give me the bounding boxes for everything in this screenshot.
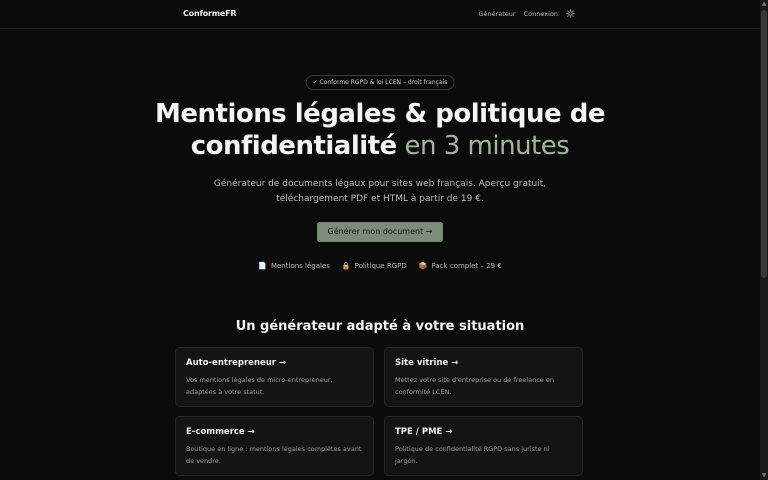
hero-subtitle-line2: téléchargement PDF et HTML à partir de 1… (276, 194, 484, 204)
hero-title-line1: Mentions légales & politique de (155, 99, 605, 129)
top-navbar: ConformeFR Générateur Connexion (0, 0, 760, 29)
lock-icon: 🔒 (341, 262, 351, 270)
hero-title-line2: confidentialité (190, 131, 398, 161)
feature-item-rgpd: 🔒 Politique RGPD (342, 262, 407, 270)
hero-title-accent: en 3 minutes (396, 131, 570, 161)
sun-icon[interactable] (566, 9, 575, 18)
scroll-down-arrow-icon[interactable]: ▼ (760, 472, 768, 480)
generate-document-button[interactable]: Générer mon document → (317, 222, 443, 242)
card-e-commerce[interactable]: E-commerce → Boutique en ligne : mention… (175, 416, 374, 476)
hero-subtitle-line1: Générateur de documents légaux pour site… (213, 179, 547, 189)
card-tpe-pme[interactable]: TPE / PME → Politique de confidentialité… (384, 416, 583, 476)
card-title: TPE / PME → (395, 427, 453, 437)
card-auto-entrepreneur[interactable]: Auto-entrepreneur → Vos mentions légales… (175, 347, 374, 407)
feature-label: Mentions légales (270, 262, 330, 270)
nav-link-generateur[interactable]: Générateur (478, 10, 515, 18)
card-description: Politique de confidentialité RGPD sans j… (395, 445, 550, 465)
card-description: Mettez votre site d'entreprise ou de fre… (395, 376, 554, 396)
feature-label: Politique RGPD (354, 262, 407, 270)
logo[interactable]: ConformeFR (183, 9, 237, 18)
card-title: E-commerce → (186, 427, 255, 437)
feature-list: 📄 Mentions légales 🔒 Politique RGPD 📦 Pack … (0, 262, 760, 270)
card-title: Auto-entrepreneur → (186, 358, 287, 368)
document-icon: 📄 (258, 262, 267, 270)
feature-item-pack: 📦 Pack complet – 29 € (419, 262, 502, 270)
feature-item-mentions: 📄 Mentions légales (258, 262, 330, 270)
scroll-up-arrow-icon[interactable]: ▲ (760, 0, 768, 8)
card-site-vitrine[interactable]: Site vitrine → Mettez votre site d'entre… (384, 347, 583, 407)
package-icon: 📦 (418, 262, 428, 270)
hero-subtitle: Générateur de documents légaux pour site… (0, 177, 760, 207)
vertical-scrollbar[interactable]: ▲ ▼ (760, 0, 768, 480)
feature-label: Pack complet – 29 € (431, 262, 502, 270)
card-description: Boutique en ligne : mentions légales com… (186, 445, 362, 465)
section-title: Un générateur adapté à votre situation (235, 319, 525, 334)
scrollbar-thumb[interactable] (761, 10, 767, 278)
nav-menu: Générateur Connexion (478, 9, 575, 18)
card-title: Site vitrine → (395, 358, 459, 368)
hero-title: Mentions légales & politique de confiden… (0, 98, 760, 162)
nav-link-connexion[interactable]: Connexion (524, 10, 558, 18)
compliance-badge: ✓ Conforme RGPD & loi LCEN – droit franç… (305, 75, 455, 90)
card-description: Vos mentions légales de micro-entreprene… (186, 376, 333, 396)
page: ConformeFR Générateur Connexion ✓ Confor… (0, 0, 760, 480)
